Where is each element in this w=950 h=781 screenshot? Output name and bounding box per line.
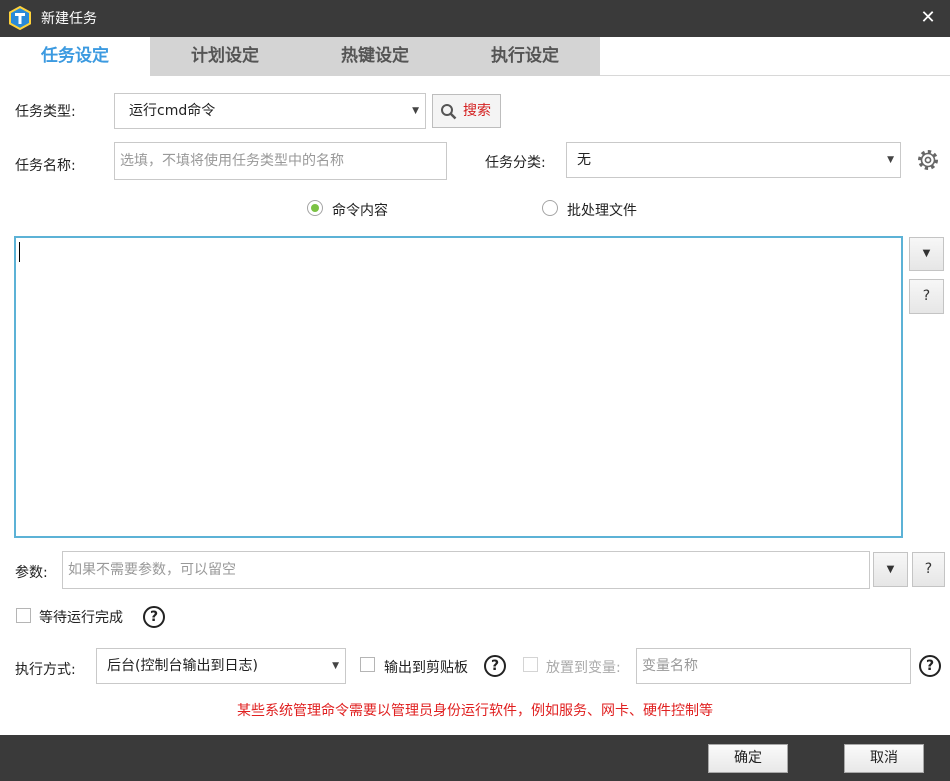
variable-label: 放置到变量: [546, 660, 621, 676]
gear-icon[interactable] [916, 148, 940, 172]
variable-name-placeholder: 变量名称 [642, 658, 698, 674]
wait-complete-label: 等待运行完成 [39, 610, 123, 626]
tab-execution-settings[interactable]: 执行设定 [450, 37, 600, 76]
clipboard-checkbox[interactable] [360, 657, 375, 672]
wait-complete-checkbox[interactable] [16, 608, 31, 623]
params-label: 参数: [15, 565, 48, 581]
chevron-down-icon: ▼ [887, 155, 894, 165]
radio-command-content-label: 命令内容 [332, 203, 388, 219]
window-title: 新建任务 [41, 11, 97, 27]
command-content-textarea[interactable] [14, 236, 903, 538]
task-name-label: 任务名称: [15, 158, 76, 174]
admin-warning-text: 某些系统管理命令需要以管理员身份运行软件，例如服务、网卡、硬件控制等 [237, 703, 713, 719]
chevron-down-icon: ▼ [332, 661, 339, 671]
params-dropdown-button[interactable]: ▼ [873, 552, 908, 587]
command-help-button[interactable]: ? [909, 279, 944, 314]
task-category-label: 任务分类: [485, 155, 546, 171]
task-category-select[interactable]: 无 ▼ [566, 142, 901, 178]
params-help-button[interactable]: ? [912, 552, 945, 587]
command-dropdown-button[interactable]: ▼ [909, 237, 944, 271]
exec-mode-help-icon[interactable]: ? [919, 655, 941, 677]
close-button[interactable]: ✕ [918, 8, 938, 28]
text-cursor [19, 242, 20, 262]
params-input[interactable]: 如果不需要参数，可以留空 [62, 551, 870, 589]
radio-batch-file[interactable] [542, 200, 558, 216]
clipboard-help-icon[interactable]: ? [484, 655, 506, 677]
radio-command-content[interactable] [307, 200, 323, 216]
radio-batch-file-label: 批处理文件 [567, 203, 637, 219]
tab-task-settings[interactable]: 任务设定 [0, 37, 150, 76]
app-logo-icon [9, 6, 31, 30]
tab-schedule-settings[interactable]: 计划设定 [150, 37, 300, 76]
task-name-input[interactable]: 选填，不填将使用任务类型中的名称 [114, 142, 447, 180]
task-name-placeholder: 选填，不填将使用任务类型中的名称 [120, 153, 344, 169]
params-placeholder: 如果不需要参数，可以留空 [68, 562, 236, 578]
title-bar: 新建任务 ✕ [0, 0, 950, 37]
exec-mode-label: 执行方式: [15, 662, 76, 678]
task-type-value: 运行cmd命令 [129, 103, 216, 119]
chevron-down-icon: ▼ [412, 106, 419, 116]
task-type-select[interactable]: 运行cmd命令 ▼ [114, 93, 426, 129]
clipboard-label: 输出到剪贴板 [384, 660, 468, 676]
task-category-value: 无 [577, 152, 591, 168]
task-type-label: 任务类型: [15, 104, 76, 120]
search-icon [441, 104, 457, 120]
exec-mode-value: 后台(控制台输出到日志) [107, 658, 258, 674]
ok-button[interactable]: 确定 [708, 744, 788, 773]
variable-checkbox[interactable] [523, 657, 538, 672]
exec-mode-select[interactable]: 后台(控制台输出到日志) ▼ [96, 648, 346, 684]
tab-bar: 任务设定 计划设定 热键设定 执行设定 [0, 37, 950, 76]
wait-complete-help-icon[interactable]: ? [143, 606, 165, 628]
search-button[interactable]: 搜索 [432, 94, 501, 128]
cancel-button[interactable]: 取消 [844, 744, 924, 773]
footer-bar: 确定 取消 [0, 735, 950, 781]
search-button-label: 搜索 [463, 103, 491, 119]
tab-hotkey-settings[interactable]: 热键设定 [300, 37, 450, 76]
variable-name-input[interactable]: 变量名称 [636, 648, 911, 684]
